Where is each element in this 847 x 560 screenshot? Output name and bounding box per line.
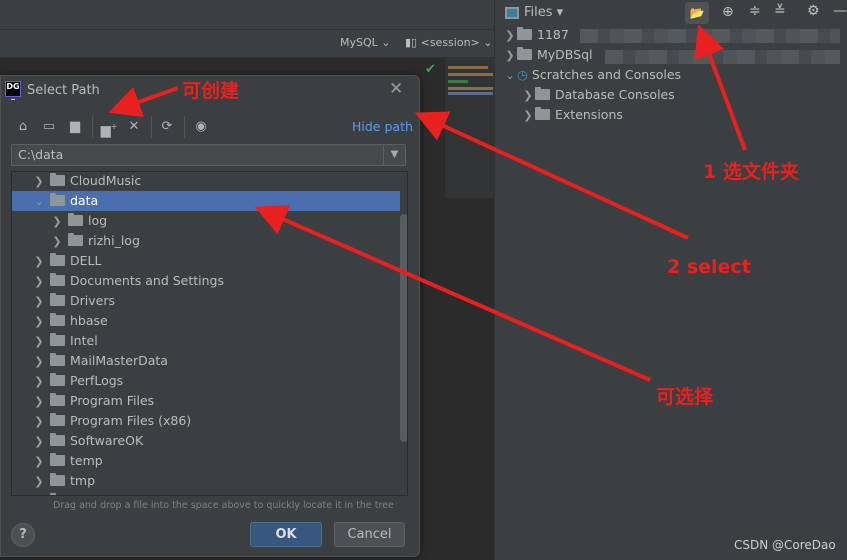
- arrow-select-folder: [694, 24, 747, 151]
- annotation-selectable: 可选择: [656, 386, 714, 408]
- arrow-select: [414, 111, 689, 240]
- annotation-select-folder: 1 选文件夹: [703, 161, 799, 183]
- annotation-create: 可创建: [182, 80, 240, 102]
- annotation-arrows: [108, 24, 747, 382]
- watermark: CSDN @CoreDao: [734, 538, 836, 552]
- arrow-selectable: [254, 204, 651, 382]
- annotation-select: 2 select: [667, 256, 751, 278]
- arrow-create: [108, 86, 179, 118]
